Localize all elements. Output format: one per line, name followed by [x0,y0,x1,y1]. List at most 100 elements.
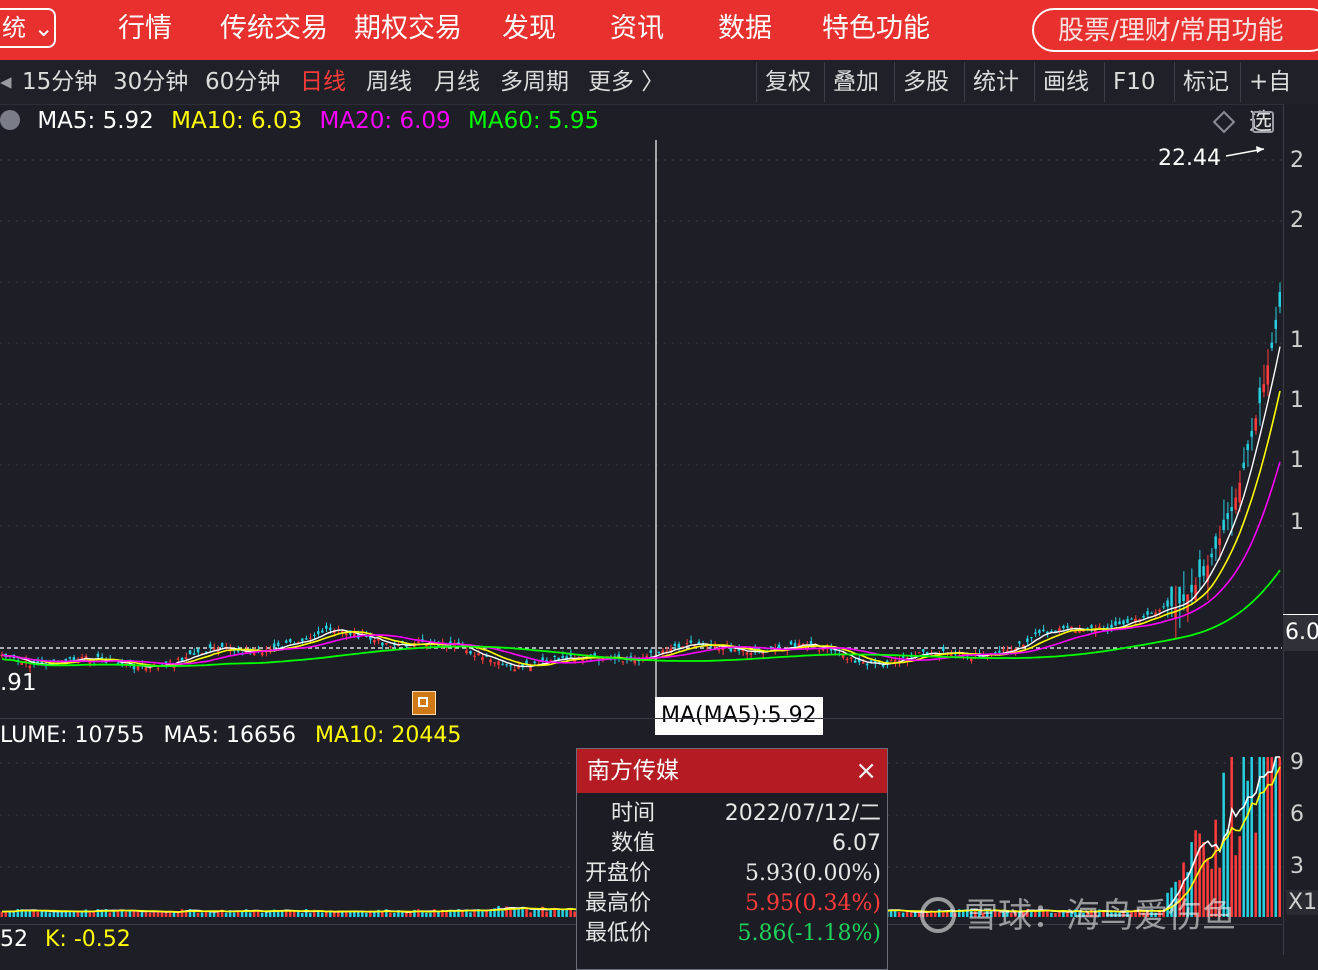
volume-bar [224,912,228,917]
period-30min[interactable]: 30分钟 [113,66,188,98]
nav-traditional-trading[interactable]: 传统交易 [220,10,328,48]
volume-bar [0,911,4,917]
period-multi[interactable]: 多周期 [500,66,569,98]
candle-body [196,648,200,653]
volume-bar [469,912,472,917]
candle-body [761,653,765,655]
period-more[interactable]: 更多 〉 [588,66,664,98]
diamond-icon[interactable] [1212,110,1236,134]
volume-bar [68,911,72,917]
tool-mark[interactable]: 标记 [1174,62,1237,102]
candle-body [272,643,276,648]
tool-statistics[interactable]: 统计 [964,62,1027,102]
candle-body [1202,566,1205,576]
panel-toggle-icon[interactable] [1252,111,1274,133]
popup-value: 6.07 [832,831,881,856]
candle-body [853,660,857,663]
nav-news[interactable]: 资讯 [610,10,664,48]
tool-overlay[interactable]: 叠加 [824,62,887,102]
period-monthly[interactable]: 月线 [434,66,480,98]
event-marker-icon[interactable] [412,691,436,715]
volume-bar [296,911,300,917]
volume-bar [557,909,560,917]
candle-body [889,660,893,662]
candle-body [1050,630,1053,632]
candle-body [1162,606,1165,608]
volume-bar [1266,757,1269,917]
volume-bar [409,912,412,917]
candle-body [1126,618,1129,623]
candle-body [745,652,749,655]
tool-add-watchlist[interactable]: +自选 [1240,62,1318,135]
nav-discover[interactable]: 发现 [502,10,556,48]
candle-body [136,666,140,670]
close-icon[interactable]: × [855,749,877,793]
candle-body [477,653,480,656]
tool-adjust-rights[interactable]: 复权 [756,62,819,102]
popup-label: 最高价 [585,891,652,916]
tool-draw-line[interactable]: 画线 [1034,62,1097,102]
candle-body [1042,629,1045,632]
axis-tick: 1 [1290,448,1304,473]
candle-body [300,638,304,642]
candle-body [533,661,536,664]
nav-options-trading[interactable]: 期权交易 [354,10,462,48]
candle-body [1218,538,1221,545]
candle-body [1146,611,1149,615]
volume-bar [373,912,376,917]
volume-bar [1262,757,1265,917]
candle-body [1242,462,1245,469]
candle-body [1002,649,1005,651]
tool-multi-stock[interactable]: 多股 [894,62,957,102]
system-menu-button[interactable]: 统 ⌄ [0,8,56,48]
volume-bar [164,912,168,917]
volume-bar [212,912,216,917]
volume-bar [60,911,64,917]
candle-body [1158,610,1161,612]
candle-body [1142,615,1145,618]
volume-bar [36,911,40,917]
nav-features[interactable]: 特色功能 [822,10,930,48]
ma-legend: MA5: 5.92 MA10: 6.03 MA20: 6.09 MA60: 5.… [0,106,609,136]
candlestick-chart[interactable] [0,140,1282,718]
volume-bar [300,912,304,917]
volume-bar [1278,757,1281,917]
candle-body [1118,621,1121,625]
popup-row-value: 数值 6.07 [577,829,887,859]
crosshair-value-tip: MA(MA5):5.92 [655,697,823,735]
volume-bar [429,912,432,917]
candle-body [1178,586,1181,604]
nav-quotes[interactable]: 行情 [118,10,172,48]
candle-body [561,656,564,658]
volume-bar [393,912,396,917]
candle-body [497,661,500,665]
volume-bar [124,911,128,917]
candle-body [276,642,280,646]
candle-body [156,667,160,669]
nav-data[interactable]: 数据 [718,10,772,48]
volume-bar [529,912,532,917]
volume-bar [501,910,504,917]
toolbar-scroll-left-icon[interactable]: ◂ [0,66,12,98]
popup-value: 5.95(0.34%) [744,891,881,916]
period-daily[interactable]: 日线 [300,66,346,98]
volume-bar [497,906,500,917]
volume-bar [200,912,204,917]
candle-body [817,650,821,652]
period-weekly[interactable]: 周线 [366,66,412,98]
candle-body [1254,418,1257,431]
period-15min[interactable]: 15分钟 [22,66,97,98]
period-60min[interactable]: 60分钟 [205,66,280,98]
indicator-legend: 52 K: -0.52 [0,926,131,954]
candle-body [749,652,753,655]
candle-body [1018,641,1021,644]
volume-ma10: MA10: 20445 [314,723,462,748]
collapse-icon[interactable] [0,109,20,130]
volume-scale-label: X1 [1286,890,1318,915]
search-input[interactable] [1056,10,1318,52]
tool-f10[interactable]: F10 [1104,62,1164,102]
volume-bar [128,911,132,917]
candle-body [260,652,264,656]
candle-body [673,643,677,646]
low-price-label: .91 [0,670,37,696]
